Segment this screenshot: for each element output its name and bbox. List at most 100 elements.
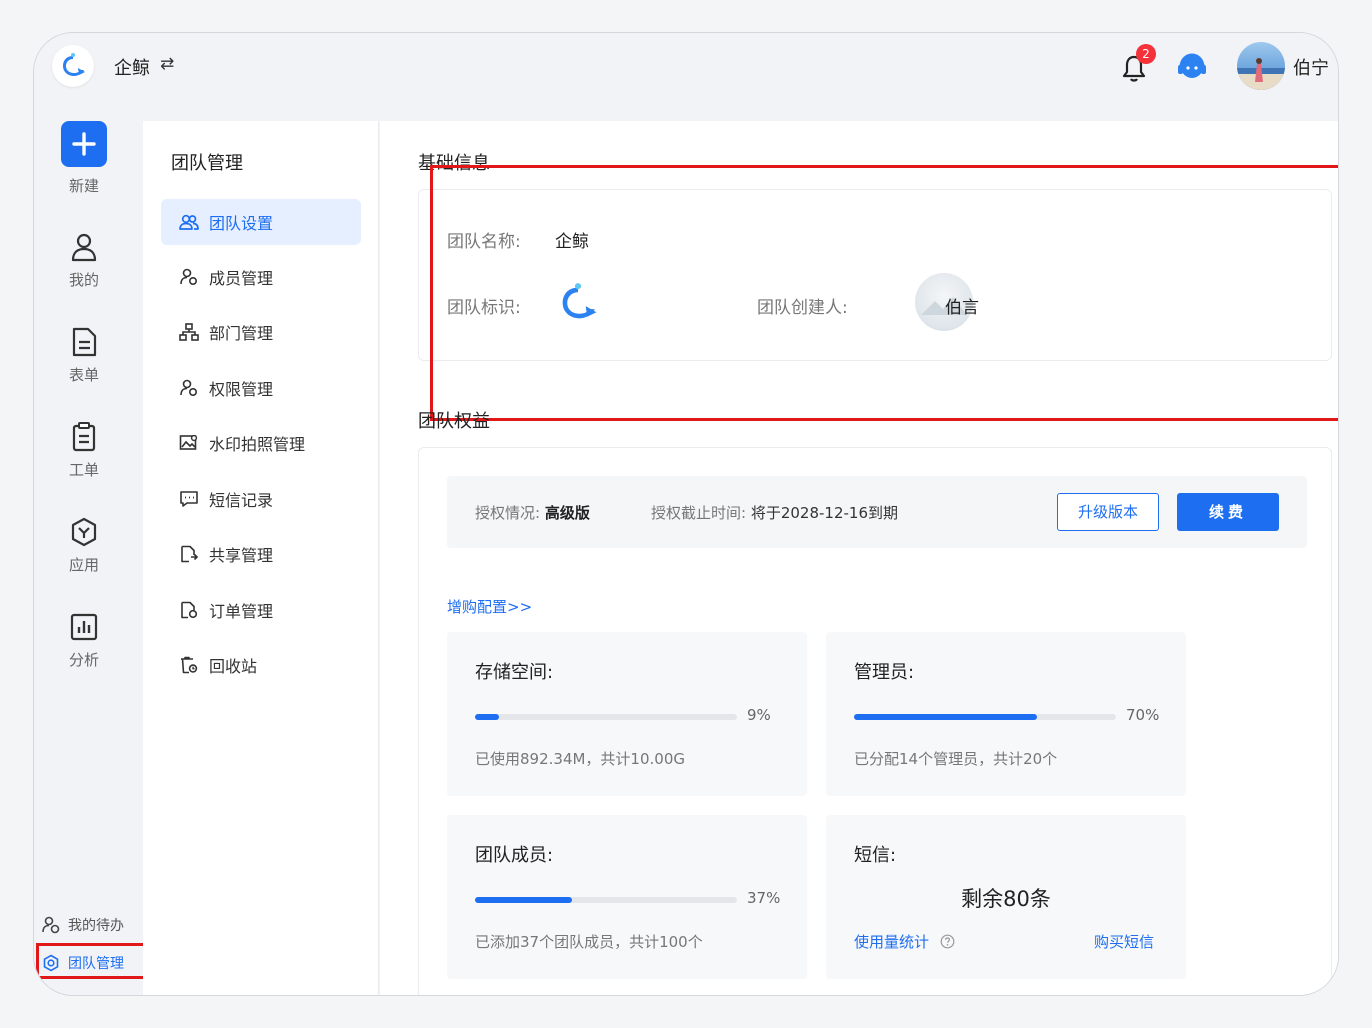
expiry-value: 将于2028-12-16到期: [750, 504, 899, 522]
rail-item-mine[interactable]: 我的: [34, 231, 134, 290]
upgrade-button[interactable]: 升级版本: [1057, 493, 1159, 531]
menu-item-members[interactable]: 成员管理: [161, 254, 361, 300]
whale-logo-icon: [63, 53, 85, 76]
rail-item-label: 表单: [68, 366, 99, 384]
primary-nav-rail: 新建 我的 表单 工单 应用 分析 我的待办 团队管理: [34, 121, 160, 995]
addon-config-link[interactable]: 增购配置>>: [447, 596, 532, 617]
menu-item-permissions[interactable]: 权限管理: [161, 365, 361, 411]
user-avatar[interactable]: [1237, 42, 1285, 90]
menu-item-departments[interactable]: 部门管理: [161, 309, 361, 355]
renew-button[interactable]: 续费: [1177, 493, 1279, 531]
menu-item-label: 共享管理: [209, 546, 274, 565]
rail-item-ticket[interactable]: 工单: [34, 421, 134, 480]
watermark-icon: [179, 434, 198, 450]
secondary-menu: 团队管理 团队设置 成员管理 部门管理 权限管理 水印拍照管理 短信记录 共享管…: [143, 121, 379, 995]
user-name[interactable]: 伯宁: [1293, 54, 1329, 80]
sms-remaining: 剩余80条: [961, 887, 1051, 911]
menu-item-orders[interactable]: 订单管理: [161, 587, 361, 633]
org-icon: [179, 323, 199, 341]
app-icon: [71, 517, 97, 547]
storage-title: 存储空间:: [475, 662, 554, 683]
top-bar: 企鲸 ⇄ 2 伯宁: [34, 33, 1338, 121]
admins-percent: 70%: [1126, 706, 1160, 724]
app-logo[interactable]: [52, 45, 94, 87]
menu-item-label: 订单管理: [209, 602, 274, 621]
members-title: 团队成员:: [475, 845, 554, 866]
rail-team-manage-label: 团队管理: [68, 956, 124, 972]
team-switcher-name[interactable]: 企鲸: [114, 54, 150, 80]
license-label: 授权情况:: [475, 504, 541, 522]
beach-photo-icon: [1237, 58, 1285, 90]
admins-title: 管理员:: [854, 662, 915, 683]
rail-item-label: 工单: [68, 461, 99, 479]
license-bar: 授权情况: 高级版 授权截止时间: 将于2028-12-16到期 升级版本 续费: [447, 476, 1307, 548]
expiry-label: 授权截止时间:: [651, 504, 747, 522]
menu-item-sms-records[interactable]: 短信记录: [161, 476, 361, 522]
team-rights-title: 团队权益: [418, 411, 490, 432]
team-mark-label: 团队标识:: [447, 298, 521, 318]
team-name-value: 企鲸: [555, 232, 589, 252]
team-logo-icon: [562, 283, 597, 319]
rail-item-analysis[interactable]: 分析: [34, 611, 134, 670]
admins-card: 管理员: 70% 已分配14个管理员，共计20个: [826, 632, 1186, 796]
menu-item-label: 短信记录: [209, 491, 274, 510]
rail-item-label: 分析: [68, 651, 99, 669]
user-icon: [71, 233, 97, 262]
menu-item-sharing[interactable]: 共享管理: [161, 531, 361, 577]
settings-hexagon-icon: [43, 954, 59, 972]
document-icon: [72, 327, 97, 357]
rail-item-apps[interactable]: 应用: [34, 516, 134, 575]
storage-percent: 9%: [747, 706, 771, 724]
submenu-title: 团队管理: [171, 153, 243, 174]
basic-info-title: 基础信息: [418, 153, 490, 174]
app-window: 企鲸 ⇄ 2 伯宁 新建 我的 表单 工单 应用 分析 我的待办 团队管理 团队…: [33, 32, 1339, 996]
members-percent: 37%: [747, 889, 781, 907]
team-icon: [179, 214, 199, 230]
buy-sms-link[interactable]: 购买短信: [1094, 931, 1154, 952]
switch-team-icon[interactable]: ⇄: [160, 54, 174, 74]
permission-icon: [180, 379, 198, 397]
menu-item-label: 权限管理: [209, 380, 274, 399]
rail-item-label: 新建: [68, 177, 99, 195]
team-creator-label: 团队创建人:: [757, 298, 848, 318]
rail-todo-label: 我的待办: [68, 918, 124, 934]
clipboard-icon: [72, 422, 96, 452]
help-circle-icon[interactable]: [940, 934, 955, 949]
team-rights-card: 授权情况: 高级版 授权截止时间: 将于2028-12-16到期 升级版本 续费…: [418, 447, 1332, 995]
plus-icon: [61, 121, 107, 167]
sms-usage-label: 使用量统计: [854, 933, 930, 951]
sms-usage-link[interactable]: 使用量统计: [854, 931, 955, 952]
share-icon: [181, 545, 199, 563]
license-expiry: 授权截止时间: 将于2028-12-16到期: [651, 502, 898, 523]
menu-item-label: 部门管理: [209, 324, 274, 343]
menu-item-label: 回收站: [209, 657, 258, 676]
team-name-label: 团队名称:: [447, 232, 521, 252]
storage-desc: 已使用892.34M，共计10.00G: [475, 750, 685, 768]
members-card: 团队成员: 37% 已添加37个团队成员，共计100个: [447, 815, 807, 979]
menu-item-watermark[interactable]: 水印拍照管理: [161, 420, 361, 466]
menu-item-recycle-bin[interactable]: 回收站: [161, 642, 361, 688]
customer-service-icon[interactable]: [1176, 51, 1208, 83]
main-content: 基础信息 团队名称: 企鲸 团队标识: 团队创建人: 伯言 团队权益 授权情况:…: [380, 121, 1338, 995]
rail-item-label: 我的: [68, 271, 99, 289]
storage-card: 存储空间: 9% 已使用892.34M，共计10.00G: [447, 632, 807, 796]
menu-item-team-settings[interactable]: 团队设置: [161, 199, 361, 245]
sms-title: 短信:: [854, 845, 897, 866]
notification-badge: 2: [1136, 44, 1156, 64]
todo-user-icon: [42, 916, 60, 934]
chart-icon: [70, 613, 98, 641]
members-progress: [475, 897, 737, 903]
admins-desc: 已分配14个管理员，共计20个: [854, 750, 1058, 768]
menu-item-label: 成员管理: [209, 269, 274, 288]
license-value: 高级版: [544, 504, 590, 522]
message-icon: [180, 491, 198, 507]
sms-card: 短信: 剩余80条 使用量统计 购买短信: [826, 815, 1186, 979]
admins-progress: [854, 714, 1116, 720]
rail-team-manage[interactable]: 团队管理: [42, 953, 124, 973]
rail-item-form[interactable]: 表单: [34, 326, 134, 385]
basic-info-card: 团队名称: 企鲸 团队标识: 团队创建人: 伯言: [418, 189, 1332, 361]
rail-item-new[interactable]: 新建: [34, 121, 134, 196]
order-icon: [181, 601, 198, 619]
rail-todo[interactable]: 我的待办: [42, 915, 124, 935]
admins-progress-fill: [854, 714, 1038, 720]
